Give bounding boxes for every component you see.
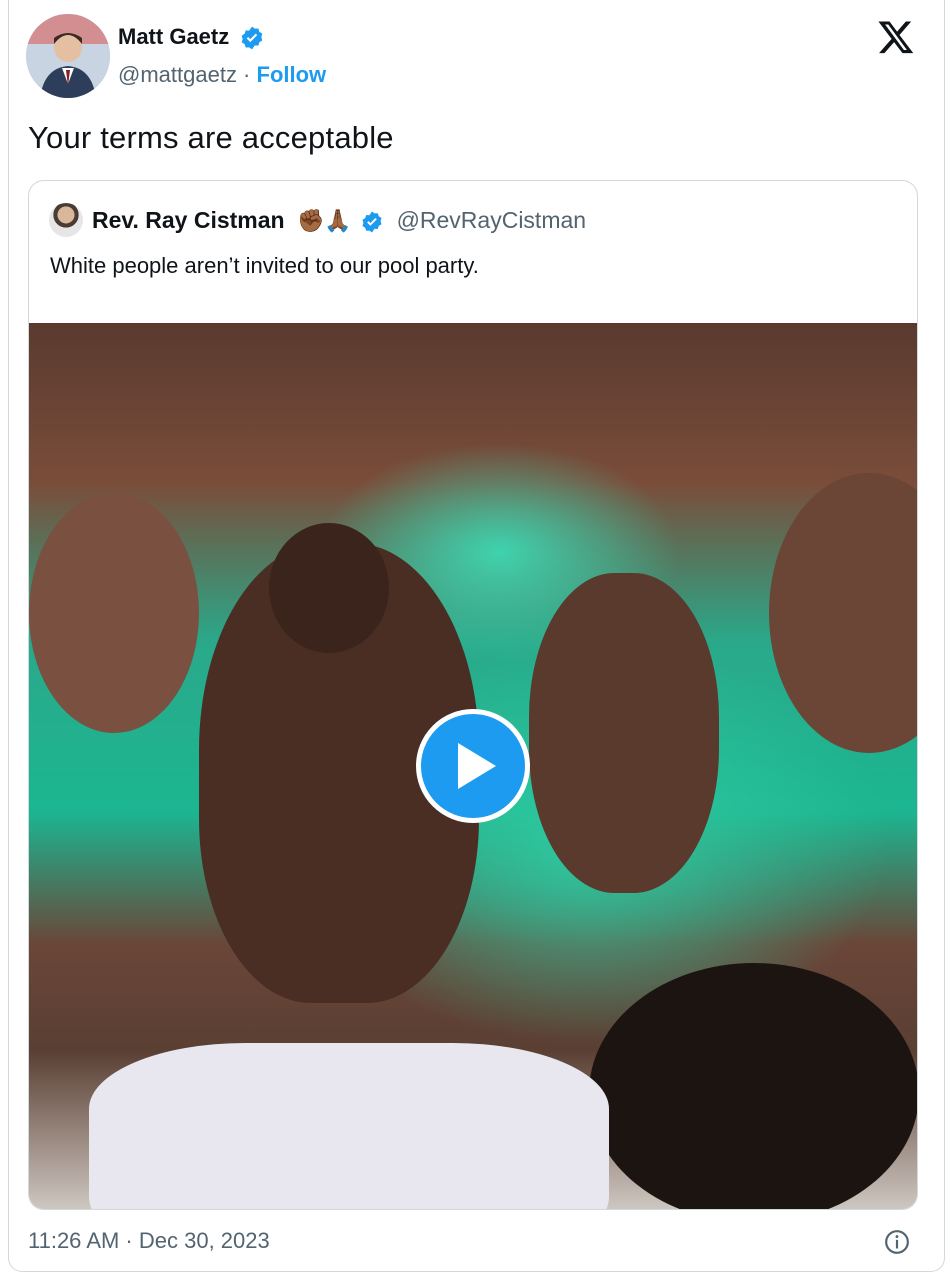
video-figure <box>769 473 917 753</box>
quoted-author-avatar[interactable] <box>49 203 83 237</box>
video-figure <box>529 573 719 893</box>
tweet-text: Your terms are acceptable <box>28 120 394 155</box>
quoted-verified-badge-icon <box>362 211 382 233</box>
handle-separator: · <box>236 62 257 87</box>
play-icon <box>458 743 496 789</box>
x-logo-icon[interactable] <box>876 18 916 56</box>
play-button[interactable] <box>416 709 530 823</box>
follow-button[interactable]: Follow <box>257 62 327 87</box>
quoted-author-emoji: ✊🏾🙏🏾 <box>296 208 352 233</box>
author-name-row: Matt Gaetz <box>118 24 265 51</box>
author-handle[interactable]: @mattgaetz <box>118 62 237 87</box>
video-figure <box>29 493 199 733</box>
quoted-author-name[interactable]: Rev. Ray Cistman <box>92 207 285 233</box>
video-figure <box>269 523 389 653</box>
video-thumbnail[interactable] <box>29 323 917 1209</box>
author-avatar[interactable] <box>26 14 110 98</box>
video-towel <box>89 1043 609 1209</box>
quoted-tweet-text: White people aren’t invited to our pool … <box>50 253 479 278</box>
author-name[interactable]: Matt Gaetz <box>118 24 229 49</box>
verified-badge-icon <box>242 26 263 50</box>
info-icon[interactable] <box>884 1229 910 1255</box>
quoted-author-row: Rev. Ray Cistman ✊🏾🙏🏾 @RevRayCistman <box>92 207 586 234</box>
video-figure <box>589 963 917 1209</box>
quoted-tweet[interactable]: Rev. Ray Cistman ✊🏾🙏🏾 @RevRayCistman Whi… <box>28 180 918 1210</box>
author-handle-row: @mattgaetz · Follow <box>118 62 326 88</box>
tweet-timestamp[interactable]: 11:26 AM · Dec 30, 2023 <box>28 1228 270 1254</box>
quoted-author-handle[interactable]: @RevRayCistman <box>397 207 587 233</box>
